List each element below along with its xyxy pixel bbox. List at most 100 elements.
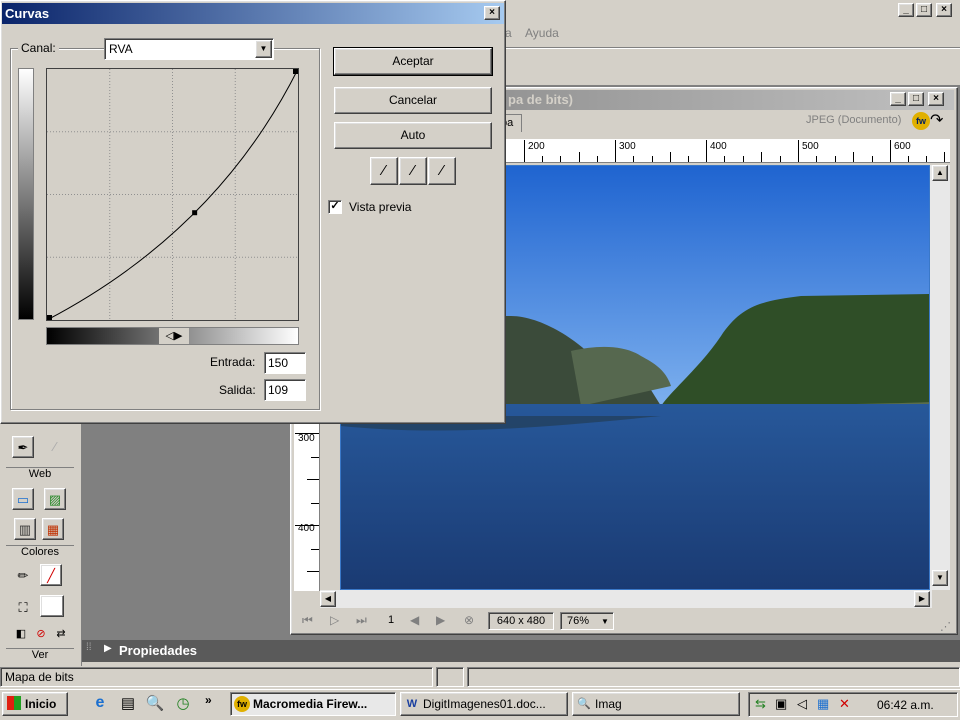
web-section-label: Web (6, 467, 74, 482)
black-eyedropper-button[interactable]: ⁄ (370, 157, 398, 185)
prev-frame-icon[interactable]: ◀ (410, 613, 419, 627)
frame-controls: ⏮ ▷ ⏭ 1 ◀ ▶ ⊗ 640 x 480 76% ▼ (294, 610, 954, 632)
status-bar: Mapa de bits (0, 666, 960, 688)
properties-label: Propiedades (119, 643, 198, 658)
taskbar-item-label: Imag (595, 697, 622, 711)
doc-close-button[interactable]: × (928, 92, 944, 106)
zoom-select[interactable]: 76% ▼ (560, 612, 614, 630)
more-icon[interactable]: » (205, 693, 212, 707)
stop-icon[interactable]: ⊗ (464, 613, 474, 627)
white-eyedropper-button[interactable]: ⁄ (428, 157, 456, 185)
output-value-field[interactable]: 109 (264, 379, 306, 401)
start-label: Inicio (25, 697, 57, 711)
image-size-display: 640 x 480 (488, 612, 554, 630)
alert-icon[interactable]: ✕ (839, 696, 850, 712)
ruler-label: 400 (298, 523, 315, 534)
taskbar-item-imaging[interactable]: 🔍 Imag (572, 692, 740, 716)
fill-color-icon[interactable]: ⛶ (12, 597, 34, 619)
ruler-label: 400 (710, 141, 727, 152)
search-icon[interactable]: 🔍 (145, 694, 165, 714)
clock-app-icon[interactable]: ◷ (173, 694, 193, 714)
slice-tool-icon[interactable]: ▨ (44, 488, 66, 510)
ok-button[interactable]: Aceptar (333, 47, 493, 76)
windows-logo-icon (7, 696, 21, 710)
main-toolbar-divider (505, 47, 960, 49)
edit-arrow-icon[interactable]: ↷ (930, 110, 943, 130)
channel-select[interactable]: RVA ▼ (104, 38, 274, 60)
ruler-label: 200 (528, 141, 545, 152)
grip-icon: ⁞⁞ (86, 642, 92, 653)
taskbar-item-label: Macromedia Firew... (253, 697, 368, 711)
taskbar-item-fireworks[interactable]: fw Macromedia Firew... (230, 692, 396, 716)
notepad-icon[interactable]: ▤ (118, 694, 138, 714)
curve-graph[interactable] (46, 68, 299, 321)
gray-eyedropper-button[interactable]: ⁄ (399, 157, 427, 185)
default-colors-icon[interactable]: ◧ (10, 623, 32, 645)
stroke-swatch-icon[interactable]: ╱ (40, 564, 62, 586)
monitor-icon[interactable]: ▣ (775, 696, 787, 712)
chevron-down-icon[interactable]: ▼ (255, 40, 272, 58)
next-frame-icon[interactable]: ▶ (436, 613, 445, 627)
horizontal-scrollbar[interactable]: ◀ ▶ (320, 590, 932, 608)
expand-triangle-icon: ▶ (104, 643, 112, 654)
curve-plot (46, 68, 299, 321)
dialog-close-button[interactable]: × (484, 6, 500, 20)
system-tray: ⇆ ▣ ◁ ▦ ✕ 06:42 a.m. (748, 692, 958, 717)
doc-minimize-button[interactable]: _ (890, 92, 906, 106)
hide-slices-icon[interactable]: ▥ (14, 518, 36, 540)
doc-maximize-button[interactable]: □ (908, 92, 924, 106)
ie-icon[interactable]: e (90, 694, 110, 714)
fireworks-launch-icon[interactable]: fw (912, 112, 930, 130)
knife-tool-icon[interactable]: ⁄ (44, 436, 66, 458)
minimize-button[interactable]: _ (898, 3, 914, 17)
scroll-down-button[interactable]: ▼ (932, 570, 948, 586)
swap-colors-icon[interactable]: ⇄ (50, 623, 72, 645)
stroke-color-icon[interactable]: ✏ (12, 565, 34, 587)
no-color-icon[interactable]: ⊘ (30, 623, 52, 645)
start-button[interactable]: Inicio (2, 692, 68, 716)
hotspot-tool-icon[interactable]: ▭ (12, 488, 34, 510)
properties-panel-bar[interactable]: ⁞⁞ ▶ Propiedades (82, 640, 960, 662)
network-icon[interactable]: ⇆ (755, 696, 766, 712)
volume-icon[interactable]: ◁ (797, 696, 807, 712)
preview-label: Vista previa (349, 200, 412, 214)
resize-grip-icon[interactable]: ⋰ (940, 620, 951, 633)
preview-checkbox[interactable]: ✓ (328, 200, 342, 214)
taskbar-item-word[interactable]: W DigitImagenes01.doc... (400, 692, 568, 716)
input-value-field[interactable]: 150 (264, 352, 306, 374)
app-titlebar-buttons: _ □ × (896, 2, 958, 20)
status-text-panel: Mapa de bits (0, 667, 433, 687)
display-icon[interactable]: ▦ (817, 696, 829, 712)
close-button[interactable]: × (936, 3, 952, 17)
first-frame-icon[interactable]: ⏮ (302, 613, 313, 628)
scroll-right-button[interactable]: ▶ (914, 591, 930, 607)
channel-value: RVA (109, 42, 133, 56)
pen-tool-icon[interactable]: ✒ (12, 436, 34, 458)
document-format-label: JPEG (Documento) (806, 114, 902, 126)
menu-item-partial[interactable]: a (505, 26, 512, 40)
scroll-up-button[interactable]: ▲ (932, 165, 948, 181)
curve-start-point[interactable] (47, 315, 52, 320)
channel-label: Canal: (18, 41, 59, 55)
fill-swatch-icon[interactable] (40, 595, 64, 617)
colors-section-label: Colores (6, 545, 74, 560)
word-icon: W (406, 698, 418, 710)
gradient-slider-icon[interactable]: ◁▶ (159, 328, 189, 344)
output-label: Salida: (219, 383, 256, 397)
show-slices-icon[interactable]: ▦ (42, 518, 64, 540)
menu-item-help[interactable]: Ayuda (525, 26, 559, 40)
vertical-scrollbar[interactable]: ▲ ▼ (930, 165, 950, 590)
input-gradient-bar: ◁▶ (46, 327, 299, 345)
status-panel-3 (467, 667, 960, 687)
output-gradient-bar (18, 68, 34, 320)
maximize-button[interactable]: □ (916, 3, 932, 17)
curve-end-point[interactable] (293, 69, 298, 74)
view-section-label: Ver (6, 648, 74, 663)
auto-button[interactable]: Auto (334, 122, 492, 149)
last-frame-icon[interactable]: ⏭ (356, 613, 367, 628)
scroll-left-button[interactable]: ◀ (320, 591, 336, 607)
ruler-label: 300 (619, 141, 636, 152)
cancel-button[interactable]: Cancelar (334, 87, 492, 114)
play-icon[interactable]: ▷ (330, 613, 339, 627)
curve-control-point[interactable] (192, 210, 198, 216)
